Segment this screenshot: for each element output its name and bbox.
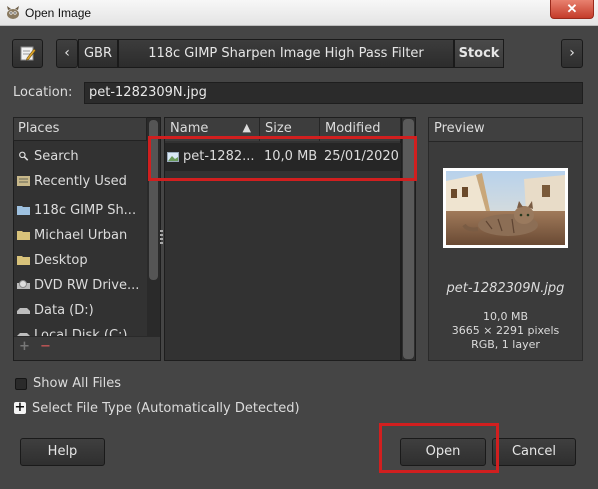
search-icon [19,151,29,161]
drive-icon [17,308,30,314]
place-dvd-drive[interactable]: DVD RW Drive... [14,275,146,300]
preview-file-size: 10,0 MB [482,310,529,323]
places-header[interactable]: Places [13,117,147,141]
places-footer: + − [14,336,160,360]
folder-icon [17,206,30,215]
edit-location-button[interactable] [12,39,43,68]
preview-thumbnail [443,168,568,248]
preview-filename: pet-1282309N.jpg [446,281,565,296]
path-scroll-left-button[interactable]: ‹ [56,39,78,68]
remove-bookmark-button[interactable]: − [40,339,51,354]
place-data-drive[interactable]: Data (D:) [14,300,146,325]
path-crumb-stock[interactable]: Stock [454,39,504,68]
path-scroll-right-button[interactable]: › [561,39,583,68]
preview-color-mode: RGB, 1 layer [471,338,540,351]
place-michael-urban[interactable]: Michael Urban [14,225,146,250]
cat-photo-image [446,171,565,245]
column-label: Name [170,121,209,136]
folder-icon [17,231,30,240]
place-recently-used[interactable]: Recently Used [14,171,146,196]
place-label: 118c GIMP Sh... [34,203,137,218]
place-label: DVD RW Drive... [34,278,140,293]
cancel-button[interactable]: Cancel [492,438,576,466]
show-all-files-label[interactable]: Show All Files [33,376,121,391]
window-title: Open Image [25,6,92,20]
place-label: Desktop [34,253,88,268]
recent-icon [17,176,30,186]
gimp-app-icon [7,6,19,19]
sort-ascending-icon: ▲ [242,121,251,134]
path-crumb-folder[interactable]: 118c GIMP Sharpen Image High Pass Filter [118,39,454,68]
pane-splitter-handle[interactable] [160,230,163,244]
select-file-type-expander[interactable]: Select File Type (Automatically Detected… [32,401,300,416]
pencil-icon [20,46,36,61]
place-local-disk[interactable]: Local Disk (C:) [14,325,146,336]
place-label: Data (D:) [34,303,94,318]
place-folder-118c[interactable]: 118c GIMP Sh... [14,200,146,225]
show-all-files-checkbox[interactable] [15,378,27,390]
title-bar: Open Image ✕ [0,0,598,26]
selection-highlight-box [148,136,417,181]
place-label: Search [34,149,79,164]
place-label: Michael Urban [34,228,128,243]
place-label: Recently Used [34,174,127,189]
close-button[interactable]: ✕ [550,0,594,19]
add-bookmark-button[interactable]: + [19,339,30,354]
help-button[interactable]: Help [20,438,105,466]
location-label: Location: [13,85,73,100]
optical-drive-icon [17,280,30,289]
open-button-highlight-box [379,423,499,473]
preview-header: Preview [428,117,583,142]
location-input[interactable]: pet-1282309N.jpg [84,82,583,104]
place-label: Local Disk (C:) [34,328,128,336]
path-crumb-gbr[interactable]: GBR [78,39,118,68]
folder-icon [17,256,30,265]
preview-dimensions: 3665 × 2291 pixels [451,324,560,337]
place-desktop[interactable]: Desktop [14,250,146,275]
expand-file-type-icon[interactable]: + [14,401,26,414]
place-search[interactable]: Search [14,146,146,171]
